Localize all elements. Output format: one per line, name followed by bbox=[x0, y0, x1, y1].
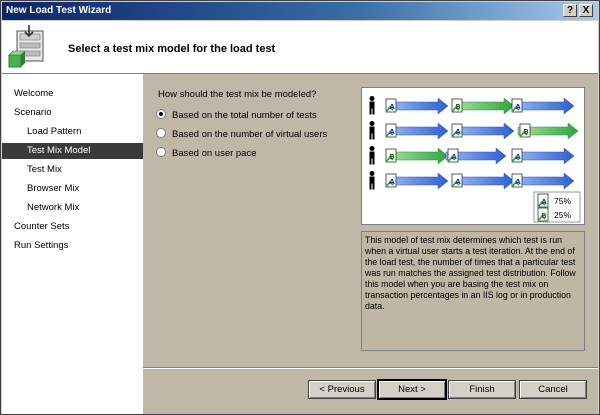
nav-item-test-mix[interactable]: Test Mix bbox=[2, 162, 143, 178]
legend-b-percent: 25% bbox=[554, 210, 571, 220]
diagram-legend: 75% 25% bbox=[533, 191, 581, 223]
diagram-row-1 bbox=[369, 96, 575, 115]
nav-item-counter-sets[interactable]: Counter Sets bbox=[2, 219, 143, 235]
option-virtual-users-label: Based on the number of virtual users bbox=[172, 129, 328, 140]
page-heading: Select a test mix model for the load tes… bbox=[68, 43, 276, 55]
wizard-computer-icon bbox=[8, 25, 44, 68]
nav-item-load-pattern[interactable]: Load Pattern bbox=[2, 124, 143, 140]
window-title: New Load Test Wizard bbox=[6, 5, 112, 16]
wizard-header: Select a test mix model for the load tes… bbox=[2, 21, 598, 74]
wizard-steps-nav: Welcome Scenario Load Pattern Test Mix M… bbox=[2, 74, 143, 414]
nav-item-network-mix[interactable]: Network Mix bbox=[2, 200, 143, 216]
help-button[interactable]: ? bbox=[563, 4, 577, 17]
nav-item-browser-mix[interactable]: Browser Mix bbox=[2, 181, 143, 197]
option-virtual-users[interactable]: Based on the number of virtual users bbox=[156, 128, 327, 142]
nav-item-scenario[interactable]: Scenario bbox=[2, 105, 143, 121]
wizard-window: New Load Test Wizard ? X Select a test m… bbox=[0, 0, 600, 415]
diagram-row-3 bbox=[369, 146, 575, 165]
wizard-content: How should the test mix be modeled? Base… bbox=[143, 74, 598, 414]
button-separator bbox=[143, 367, 598, 369]
option-user-pace[interactable]: Based on user pace bbox=[156, 147, 257, 161]
test-mix-diagram: A B 75% 25% bbox=[361, 87, 585, 225]
nav-item-test-mix-model[interactable]: Test Mix Model bbox=[2, 143, 143, 159]
next-button[interactable]: Next > bbox=[377, 379, 447, 400]
legend-a-percent: 75% bbox=[554, 196, 571, 206]
finish-button[interactable]: Finish bbox=[448, 380, 516, 399]
radio-total-tests[interactable] bbox=[156, 109, 166, 120]
radio-virtual-users[interactable] bbox=[156, 128, 166, 139]
nav-item-run-settings[interactable]: Run Settings bbox=[2, 238, 143, 254]
option-total-tests[interactable]: Based on the total number of tests bbox=[156, 109, 317, 123]
mix-model-description: This model of test mix determines which … bbox=[361, 231, 585, 351]
mix-model-question: How should the test mix be modeled? bbox=[158, 89, 317, 100]
option-total-tests-label: Based on the total number of tests bbox=[172, 110, 317, 121]
nav-item-welcome[interactable]: Welcome bbox=[2, 86, 143, 102]
diagram-row-4 bbox=[369, 171, 575, 190]
test-mix-illustration: A B 75% 25% bbox=[369, 96, 581, 223]
option-user-pace-label: Based on user pace bbox=[172, 148, 257, 159]
cancel-button[interactable]: Cancel bbox=[519, 380, 587, 399]
previous-button[interactable]: < Previous bbox=[308, 380, 376, 399]
close-button[interactable]: X bbox=[579, 4, 593, 17]
title-bar[interactable]: New Load Test Wizard ? X bbox=[2, 2, 598, 20]
radio-user-pace[interactable] bbox=[156, 147, 166, 158]
diagram-row-2 bbox=[369, 121, 579, 140]
